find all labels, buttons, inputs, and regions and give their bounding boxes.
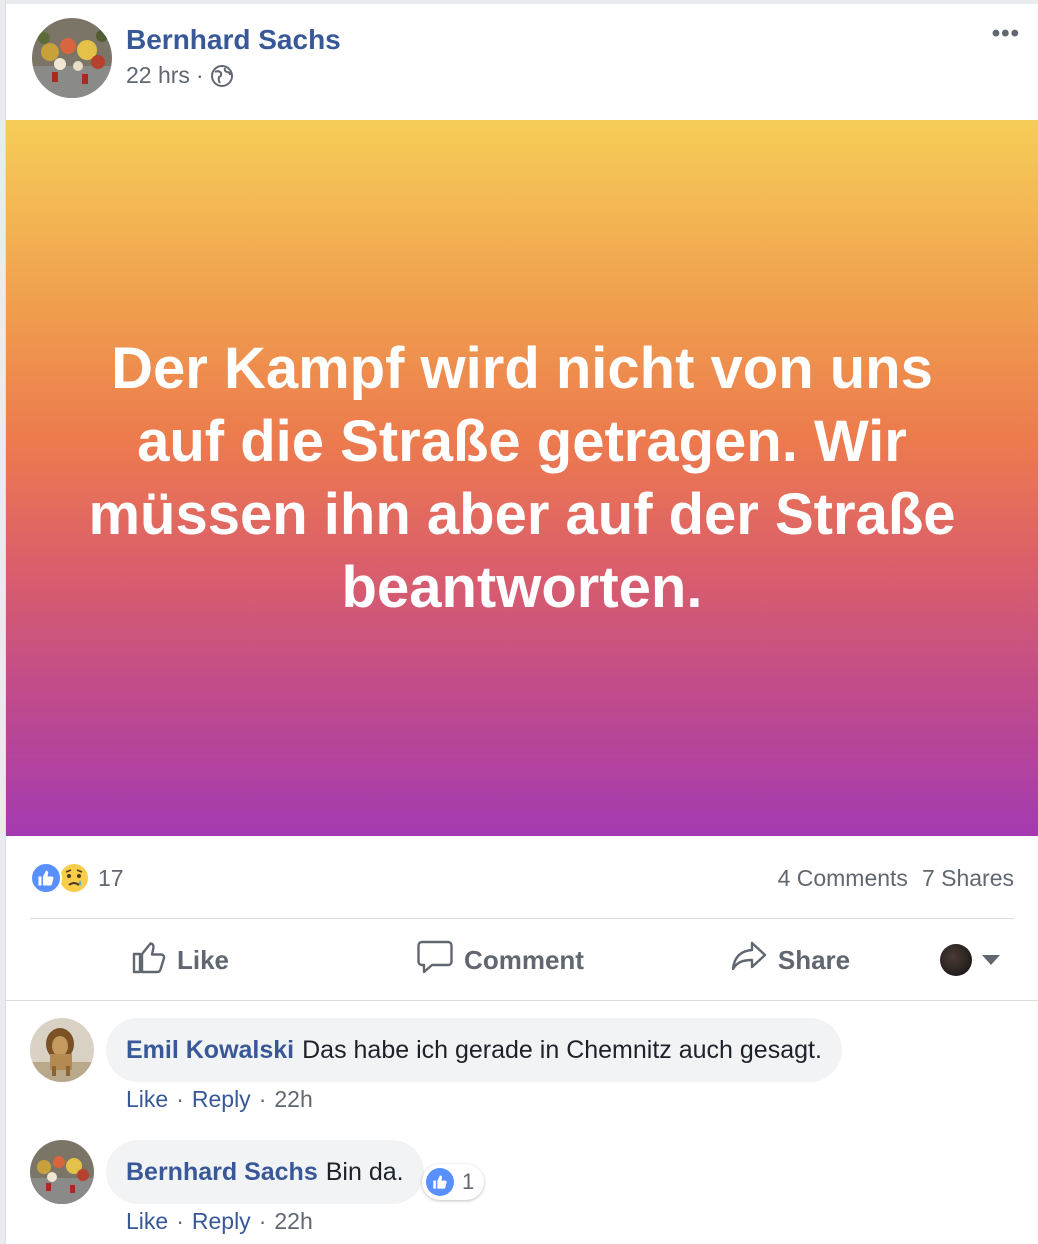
commenter-avatar[interactable]: [30, 1140, 94, 1204]
engagement-counts: 4 Comments 7 Shares: [778, 865, 1014, 892]
comment-item: Bernhard Sachs Bin da. 1 Like · Reply · …: [30, 1140, 1030, 1240]
post-as-selector[interactable]: [940, 944, 1000, 976]
post-stats: 17 4 Comments 7 Shares: [30, 858, 1014, 898]
text-post-banner: Der Kampf wird nicht von uns auf die Str…: [6, 120, 1038, 836]
divider: [30, 918, 1014, 919]
separator: ·: [176, 1086, 184, 1112]
comment-label: Comment: [464, 944, 584, 975]
comments-count[interactable]: 4 Comments: [778, 865, 908, 892]
reaction-count: 17: [98, 864, 124, 891]
comment-bubble: Emil Kowalski Das habe ich gerade in Che…: [106, 1018, 842, 1082]
action-bar: Like Comment Share: [30, 920, 1014, 1000]
commenter-avatar[interactable]: [30, 1018, 94, 1082]
comment-text: Bin da.: [325, 1157, 404, 1186]
meta-separator: ·: [195, 62, 204, 88]
post-meta: 22 hrs ·: [126, 62, 234, 89]
comment-reaction-count: 1: [462, 1169, 475, 1194]
comment-time[interactable]: 22h: [274, 1208, 312, 1235]
post-header: Bernhard Sachs 22 hrs · •••: [6, 4, 1038, 120]
comment-actions: Like · Reply · 22h: [126, 1086, 313, 1113]
reactions-summary[interactable]: 17: [30, 862, 124, 894]
like-reaction-icon: [30, 862, 62, 894]
comment-bubble: Bernhard Sachs Bin da.: [106, 1140, 424, 1204]
like-reaction-icon: [426, 1168, 454, 1196]
comment-like-link[interactable]: Like: [126, 1208, 168, 1235]
comment-actions: Like · Reply · 22h: [126, 1208, 313, 1235]
comment-item: Emil Kowalski Das habe ich gerade in Che…: [30, 1018, 1030, 1118]
shares-count[interactable]: 7 Shares: [922, 865, 1014, 892]
comment-like-link[interactable]: Like: [126, 1086, 168, 1113]
avatar: [940, 944, 972, 976]
sad-reaction-icon: [58, 862, 90, 894]
comment-reaction-badge[interactable]: 1: [422, 1164, 485, 1200]
comment-reply-link[interactable]: Reply: [192, 1086, 251, 1113]
post-time[interactable]: 22 hrs: [126, 62, 190, 89]
globe-icon[interactable]: [210, 64, 234, 88]
author-name[interactable]: Bernhard Sachs: [126, 24, 341, 56]
share-arrow-icon: [730, 939, 768, 982]
like-button[interactable]: Like: [30, 939, 330, 982]
caret-down-icon: [982, 955, 1000, 965]
more-options-icon[interactable]: •••: [992, 20, 1020, 48]
comment-author[interactable]: Emil Kowalski: [126, 1036, 294, 1065]
divider: [6, 1000, 1038, 1001]
comment-time[interactable]: 22h: [274, 1086, 312, 1113]
share-label: Share: [777, 944, 851, 975]
comment-button[interactable]: Comment: [330, 939, 670, 982]
thumbs-up-icon: [131, 939, 167, 982]
speech-bubble-icon: [416, 939, 454, 982]
separator: ·: [258, 1208, 267, 1234]
comment-reply-link[interactable]: Reply: [192, 1208, 251, 1235]
separator: ·: [258, 1086, 267, 1112]
separator: ·: [176, 1208, 184, 1234]
comment-author[interactable]: Bernhard Sachs: [126, 1158, 318, 1187]
post-text: Der Kampf wird nicht von uns auf die Str…: [88, 336, 956, 620]
comment-text: Das habe ich gerade in Chemnitz auch ges…: [302, 1035, 822, 1064]
share-button[interactable]: Share: [670, 939, 910, 982]
like-label: Like: [176, 944, 230, 975]
author-avatar[interactable]: [32, 18, 112, 98]
